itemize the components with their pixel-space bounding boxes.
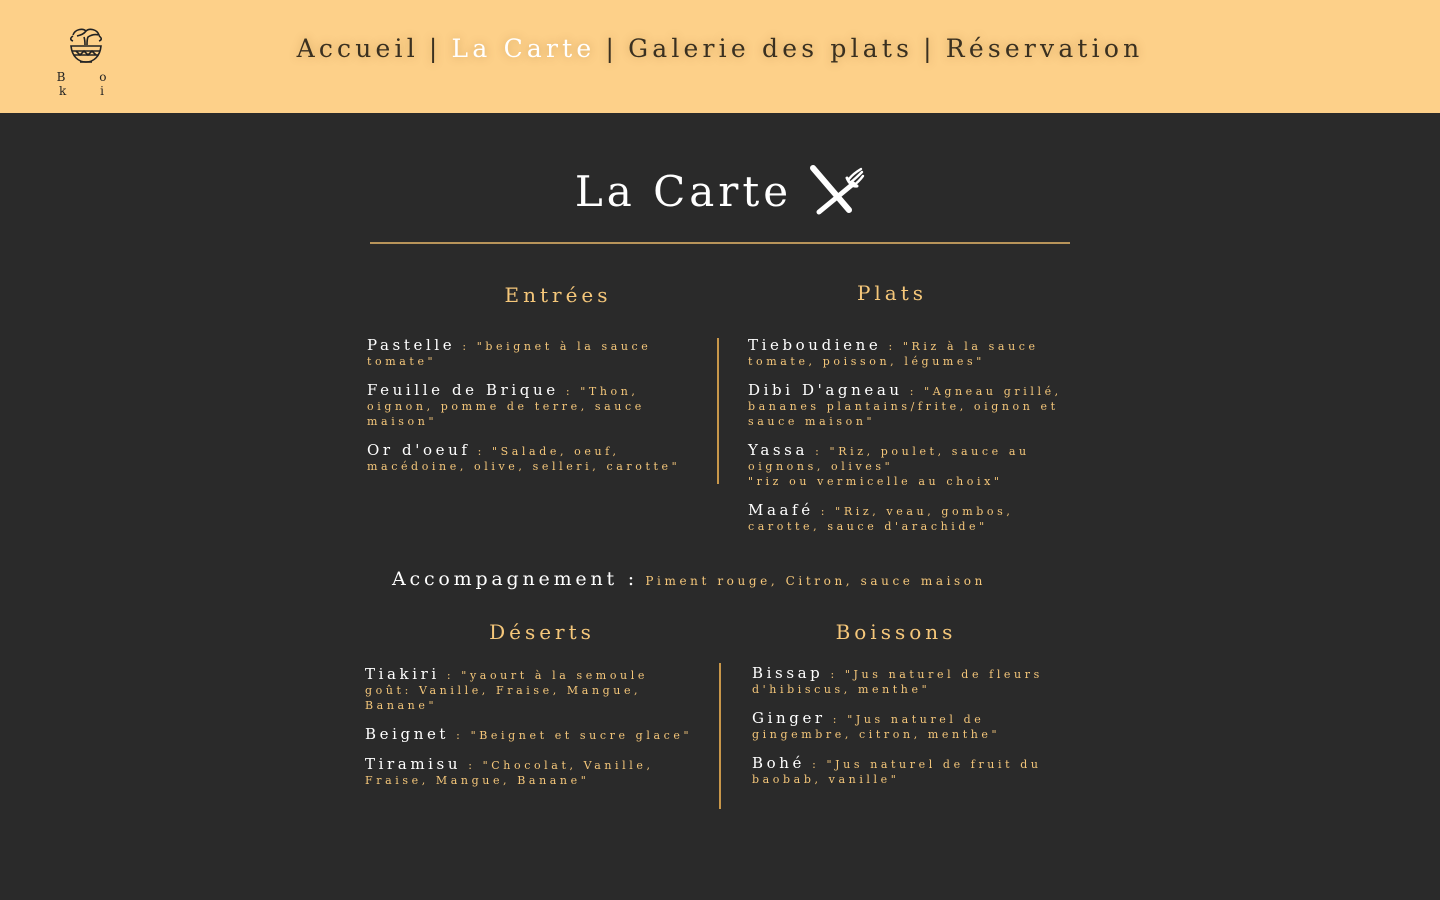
page-title: La Carte xyxy=(574,166,793,216)
dish-name: Bissap xyxy=(752,664,824,682)
dish-desc: : "Beignet et sucre glace" xyxy=(449,729,693,742)
nav-separator: | xyxy=(923,34,936,63)
dish-name: Feuille de Brique xyxy=(367,381,559,399)
list-item: Pastelle : "beignet à la sauce tomate" xyxy=(367,336,695,369)
column-divider xyxy=(717,338,719,484)
section-heading-entrees: Entrées xyxy=(504,283,612,307)
page-title-wrap: La Carte xyxy=(0,165,1440,217)
dish-name: Or d'oeuf xyxy=(367,441,471,459)
accompagnement-label: Accompagnement : xyxy=(392,568,638,590)
list-item: Bohé : "Jus naturel de fruit du baobab, … xyxy=(752,754,1088,787)
list-item: Yassa : "Riz, poulet, sauce au oignons, … xyxy=(748,441,1078,489)
dish-name: Tieboudiene xyxy=(748,336,882,354)
site-header: B o k i Accueil | La Carte | Galerie des pla… xyxy=(0,0,1440,113)
list-item: Feuille de Brique : "Thon, oignon, pomme… xyxy=(367,381,695,429)
list-item: Maafé : "Riz, veau, gombos, carotte, sau… xyxy=(748,501,1078,534)
dish-name: Ginger xyxy=(752,709,826,727)
plats-list: Tieboudiene : "Riz à la sauce tomate, po… xyxy=(748,338,1078,548)
list-item: Beignet : "Beignet et sucre glace" xyxy=(365,725,697,743)
entrees-list: Pastelle : "beignet à la sauce tomate" F… xyxy=(367,338,695,488)
dish-name: Pastelle xyxy=(367,336,456,354)
dish-name: Tiramisu xyxy=(365,755,462,773)
dish-name: Dibi D'agneau xyxy=(748,381,903,399)
accompagnement-value: Piment rouge, Citron, sauce maison xyxy=(637,574,986,588)
nav-galerie[interactable]: Galerie des plats xyxy=(628,34,913,63)
nav-separator: | xyxy=(605,34,619,63)
list-item: Tiramisu : "Chocolat, Vanille, Fraise, M… xyxy=(365,755,697,788)
list-item: Tieboudiene : "Riz à la sauce tomate, po… xyxy=(748,336,1078,369)
list-item: Bissap : "Jus naturel de fleurs d'hibisc… xyxy=(752,664,1088,697)
accompagnement: Accompagnement : Piment rouge, Citron, s… xyxy=(392,568,986,590)
deserts-list: Tiakiri : "yaourt à la semoule goût: Van… xyxy=(365,667,697,802)
title-divider xyxy=(370,242,1070,244)
main-nav: Accueil | La Carte | Galerie des plats | Réser… xyxy=(0,34,1440,63)
fork-knife-icon xyxy=(810,165,865,215)
dish-name: Bohé xyxy=(752,754,805,772)
nav-reservation[interactable]: Réservation xyxy=(946,34,1144,63)
dish-name: Tiakiri xyxy=(365,665,440,683)
nav-separator: | xyxy=(428,34,442,63)
dish-name: Yassa xyxy=(748,441,809,459)
section-heading-deserts: Déserts xyxy=(489,620,595,644)
section-heading-boissons: Boissons xyxy=(835,620,957,644)
list-item: Dibi D'agneau : "Agneau grillé, bananes … xyxy=(748,381,1078,429)
dish-name: Maafé xyxy=(748,501,814,519)
logo-text: B o k i xyxy=(56,70,122,98)
dish-desc-note: "riz ou vermicelle au choix" xyxy=(748,475,1003,488)
list-item: Or d'oeuf : "Salade, oeuf, macédoine, ol… xyxy=(367,441,695,474)
column-divider xyxy=(719,663,721,809)
section-heading-plats: Plats xyxy=(856,281,928,305)
dish-name: Beignet xyxy=(365,725,450,743)
nav-accueil[interactable]: Accueil xyxy=(297,34,419,63)
boissons-list: Bissap : "Jus naturel de fleurs d'hibisc… xyxy=(752,666,1088,801)
list-item: Ginger : "Jus naturel de gingembre, citr… xyxy=(752,709,1088,742)
list-item: Tiakiri : "yaourt à la semoule goût: Van… xyxy=(365,665,697,713)
nav-la-carte[interactable]: La Carte xyxy=(452,34,596,63)
